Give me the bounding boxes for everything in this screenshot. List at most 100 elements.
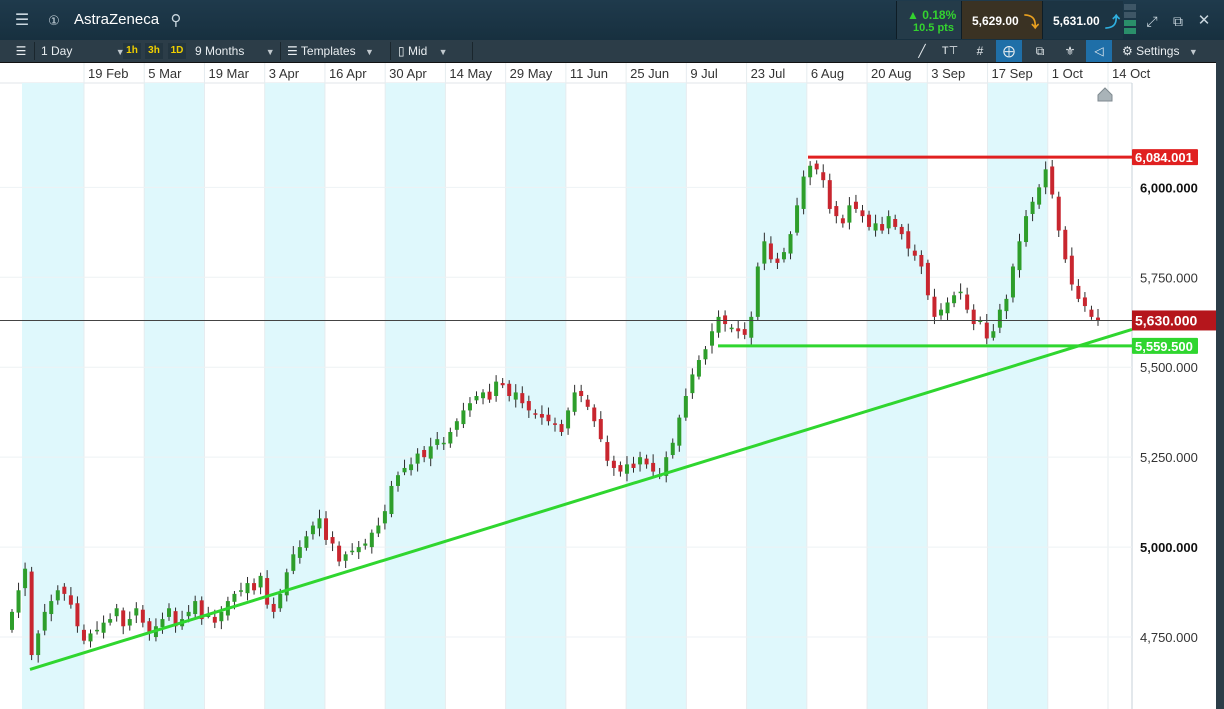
candle-down [853, 201, 858, 209]
candle-up [369, 532, 374, 548]
candle-down [742, 329, 747, 335]
candle-up [1024, 216, 1029, 243]
indicator-icon[interactable]: ⚜ [1060, 40, 1080, 62]
candle-up [108, 619, 113, 623]
candle-down [971, 309, 976, 325]
candle-up [232, 593, 237, 602]
y-tick-label: 5,250.000 [1140, 450, 1198, 465]
chevron-down-icon: ▼ [265, 47, 275, 57]
chevron-down-icon: ▼ [438, 47, 448, 57]
candle-down [925, 262, 930, 296]
settings-button[interactable]: ⚙ Settings ▼ [1122, 40, 1198, 62]
candle-up [448, 431, 453, 444]
candle-up [1030, 201, 1035, 214]
timeframe-1d[interactable]: 1D [168, 43, 186, 59]
templates-label: Templates [300, 44, 356, 58]
candle-up [781, 252, 786, 260]
candle-up [703, 349, 708, 360]
close-icon[interactable]: ✕ [1192, 9, 1216, 33]
price-type-value: Mid [407, 44, 428, 58]
candle-down [507, 383, 512, 397]
candle-down [330, 537, 335, 544]
down-arrow-icon: ⤵ [1024, 14, 1040, 31]
menu-icon[interactable]: ☰ [10, 9, 34, 33]
templates-select[interactable]: ☰ Templates ▼ [287, 40, 374, 62]
x-tick-label: 3 Sep [931, 66, 965, 81]
draw-line-icon[interactable]: ╱ [912, 40, 932, 62]
candle-down [121, 610, 126, 627]
candle-up [317, 518, 322, 529]
candle-up [1043, 169, 1048, 188]
candle-up [238, 590, 243, 592]
window-titlebar: ☰ ① AstraZeneca ⚲ ▲ 0.18% 10.5 pts 5,629… [0, 0, 1224, 41]
x-tick-label: 16 Apr [329, 66, 367, 81]
candle-down [834, 206, 839, 217]
up-arrow-icon: ⤴ [1105, 14, 1121, 31]
x-tick-label: 23 Jul [751, 66, 786, 81]
candle-up [23, 568, 28, 589]
candle-down [631, 463, 636, 468]
x-tick-label: 6 Aug [811, 66, 844, 81]
text-tool-icon[interactable]: T⊤ [940, 40, 960, 62]
templates-icon: ☰ [287, 44, 298, 58]
tag-icon[interactable]: ◁ [1086, 40, 1112, 62]
week-band [746, 83, 807, 709]
candle-up [696, 360, 701, 377]
instrument-name: AstraZeneca [74, 11, 160, 28]
buy-button[interactable]: 5,631.00 ⤴ [1042, 1, 1123, 39]
layers-icon[interactable]: ⧉ [1030, 40, 1050, 62]
candle-down [932, 296, 937, 317]
grid-icon[interactable]: # [970, 40, 990, 62]
candle-up [42, 611, 47, 631]
price-type-select[interactable]: ▯ Mid ▼ [398, 40, 448, 62]
current-price-label: 5,630.000 [1135, 312, 1197, 328]
candle-up [461, 410, 466, 425]
gear-icon: ⚙ [1122, 44, 1133, 58]
list-icon[interactable]: ☰ [10, 40, 32, 62]
expand-icon[interactable]: ⤢ [1140, 9, 1164, 33]
range-select[interactable]: 9 Months ▼ [195, 40, 275, 62]
candle-up [762, 241, 767, 264]
candle-up [670, 442, 675, 456]
price-chart[interactable]: 19 Feb 5 Mar 19 Mar 3 Apr 16 Apr 30 Apr 14 May… [0, 63, 1224, 709]
sell-button[interactable]: 5,629.00 ⤵ [961, 1, 1042, 39]
candle-down [1076, 285, 1081, 299]
y-tick-label: 5,500.000 [1140, 360, 1198, 375]
change-points: 10.5 pts [913, 22, 954, 34]
candle-up [1037, 187, 1042, 205]
candle-down [1069, 255, 1074, 285]
candle-down [899, 226, 904, 235]
candle-up [801, 176, 806, 209]
candle-up [513, 392, 518, 400]
range-value: 9 Months [195, 44, 245, 58]
week-band [385, 83, 446, 709]
candle-down [867, 214, 872, 227]
info-icon[interactable]: ① [42, 9, 66, 33]
candle-icon: ▯ [398, 44, 405, 58]
popout-icon[interactable]: ⧉ [1166, 9, 1190, 33]
timeframe-1h[interactable]: 1h [123, 43, 141, 59]
candle-down [919, 254, 924, 267]
candle-down [618, 465, 623, 472]
week-band [626, 83, 687, 709]
x-tick-label: 5 Mar [148, 66, 182, 81]
interval-select[interactable]: 1 Day ▼ [41, 40, 125, 62]
interval-value: 1 Day [41, 44, 73, 58]
search-icon[interactable]: ⚲ [164, 9, 188, 33]
scroll-to-latest-icon [1097, 87, 1113, 102]
candle-down [723, 315, 728, 325]
candle-down [1082, 297, 1087, 307]
candle-down [520, 393, 525, 404]
candle-up [873, 223, 878, 231]
crosshair-icon[interactable]: ⨁ [996, 40, 1022, 62]
candle-down [1050, 166, 1055, 195]
settings-label: Settings [1136, 44, 1180, 58]
candle-down [860, 210, 865, 217]
candle-up [389, 485, 394, 515]
candle-up [160, 619, 165, 627]
change-display: ▲ 0.18% 10.5 pts [896, 1, 961, 39]
timeframe-3h[interactable]: 3h [145, 43, 163, 59]
candle-down [271, 603, 276, 612]
candle-up [127, 619, 132, 626]
candle-up [677, 417, 682, 446]
